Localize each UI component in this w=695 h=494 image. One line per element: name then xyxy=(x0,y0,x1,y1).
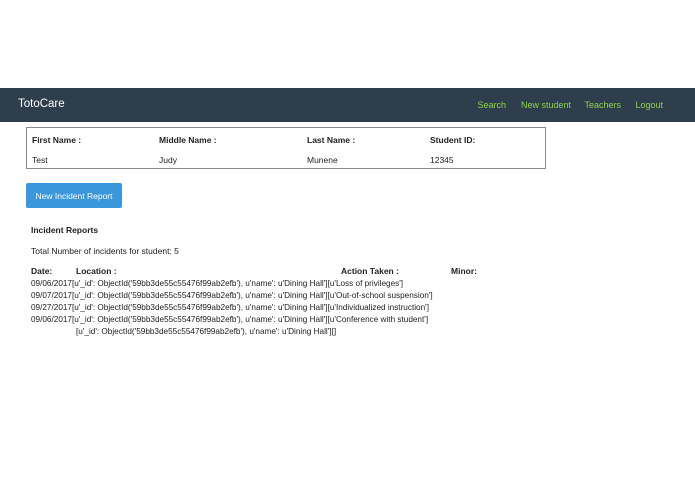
nav-search-link[interactable]: Search xyxy=(477,100,506,110)
incident-date: 09/06/2017 xyxy=(31,279,72,288)
incident-action: [u'Loss of privileges'] xyxy=(327,279,404,288)
incident-row: 09/27/2017[u'_id': ObjectId('59bb3de55c5… xyxy=(31,303,429,315)
minor-column-header: Minor: xyxy=(451,266,477,276)
incident-location: [u'_id': ObjectId('59bb3de55c55476f99ab2… xyxy=(71,315,328,324)
nav-teachers-link[interactable]: Teachers xyxy=(584,100,621,110)
first-name-value: Test xyxy=(32,155,48,165)
middle-name-value: Judy xyxy=(159,155,177,165)
date-column-header: Date: xyxy=(31,266,53,276)
brand-logo-text[interactable]: TotoCare xyxy=(18,98,65,110)
last-name-value: Munene xyxy=(307,155,338,165)
incident-total-count: Total Number of incidents for student: 5 xyxy=(31,246,179,256)
incident-date: 09/06/2017 xyxy=(31,315,72,324)
student-id-value: 12345 xyxy=(430,155,454,165)
incident-location: [u'_id': ObjectId('59bb3de55c55476f99ab2… xyxy=(71,303,328,312)
incident-action: [u'Conference with student'] xyxy=(327,315,429,324)
location-column-header: Location : xyxy=(76,266,117,276)
first-name-header: First Name : xyxy=(32,135,82,145)
incident-action: [] xyxy=(331,327,337,336)
top-navbar: TotoCare Search New student Teachers Log… xyxy=(0,88,695,122)
new-incident-report-button[interactable]: New Incident Report xyxy=(26,183,122,208)
student-id-header: Student ID: xyxy=(430,135,476,145)
nav-new-student-link[interactable]: New student xyxy=(521,100,571,110)
nav-logout-link[interactable]: Logout xyxy=(635,100,663,110)
incident-row: 09/07/2017[u'_id': ObjectId('59bb3de55c5… xyxy=(31,291,433,303)
middle-name-header: Middle Name : xyxy=(159,135,217,145)
incident-action: [u'Individualized instruction'] xyxy=(327,303,429,312)
incident-reports-title: Incident Reports xyxy=(31,225,99,235)
incident-row: 09/06/2017[u'_id': ObjectId('59bb3de55c5… xyxy=(31,315,428,327)
incident-location: [u'_id': ObjectId('59bb3de55c55476f99ab2… xyxy=(71,279,328,288)
student-info-table: First Name : Middle Name : Last Name : S… xyxy=(26,127,546,169)
incident-action: [u'Out-of-school suspension'] xyxy=(327,291,433,300)
incident-location: [u'_id': ObjectId('59bb3de55c55476f99ab2… xyxy=(76,327,332,336)
action-column-header: Action Taken : xyxy=(341,266,399,276)
last-name-header: Last Name : xyxy=(307,135,356,145)
incident-date: 09/27/2017 xyxy=(31,303,72,312)
incident-date: 09/07/2017 xyxy=(31,291,72,300)
incident-row: 09/06/2017[u'_id': ObjectId('59bb3de55c5… xyxy=(31,279,403,291)
incident-location: [u'_id': ObjectId('59bb3de55c55476f99ab2… xyxy=(71,291,328,300)
incident-row: [u'_id': ObjectId('59bb3de55c55476f99ab2… xyxy=(76,327,336,339)
